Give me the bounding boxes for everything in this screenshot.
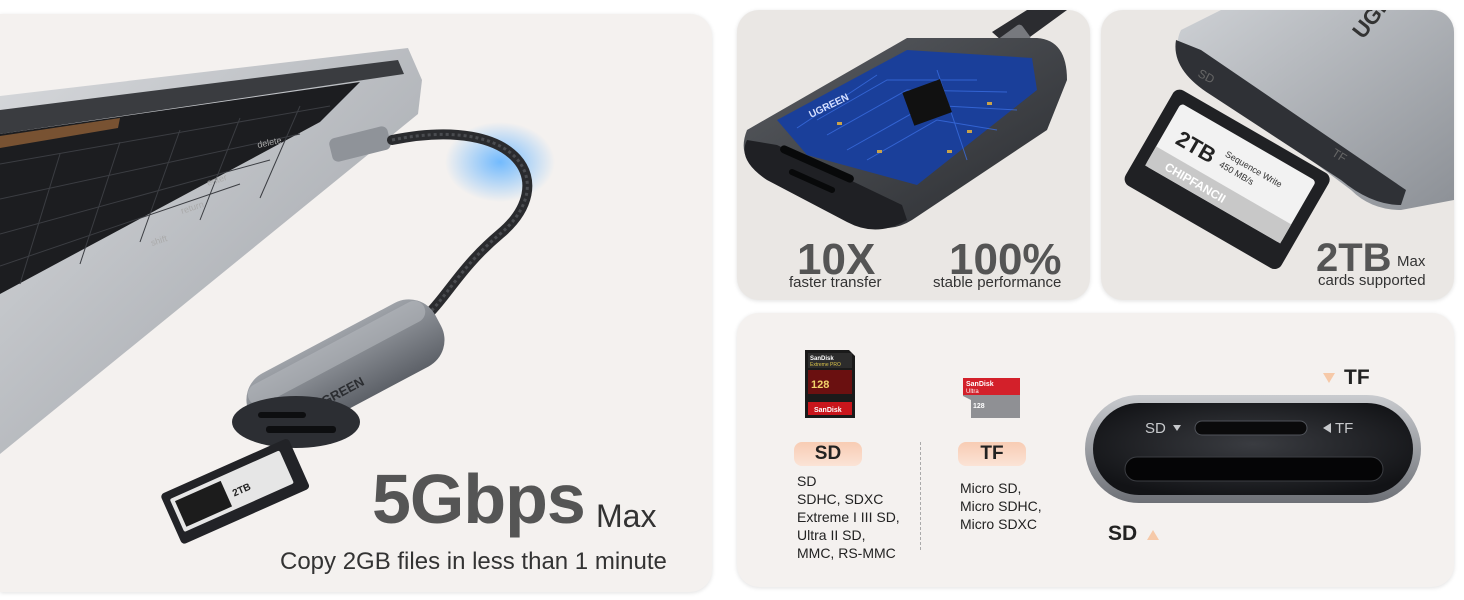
speed-stats-panel: UGREEN 10X faster transfer 100% stable p… bbox=[737, 10, 1090, 300]
microsd-card-image: SanDisk Ultra 128 bbox=[963, 378, 1020, 418]
formats-divider bbox=[920, 442, 921, 550]
reader-sd-mark: SD bbox=[1145, 420, 1166, 437]
sd-format-item: Ultra II SD, bbox=[797, 527, 866, 543]
sd-badge: SD bbox=[794, 442, 862, 466]
sd-format-item: Extreme I III SD, bbox=[797, 509, 900, 525]
sd-format-item: SDHC, SDXC bbox=[797, 491, 884, 507]
speed-caption: Copy 2GB files in less than 1 minute bbox=[280, 548, 667, 575]
capacity-label: cards supported bbox=[1318, 272, 1426, 289]
capacity-panel: UGREEN SD TF 2TB Sequence Write 450 MB/s… bbox=[1101, 10, 1454, 300]
speed-value: 5Gbps bbox=[372, 460, 586, 538]
microsd-card-capacity: 128 bbox=[973, 403, 985, 410]
tf-callout: TF bbox=[1344, 366, 1370, 389]
microsd-card-brand: SanDisk bbox=[966, 381, 994, 388]
tf-format-item: Micro SD, bbox=[960, 480, 1022, 496]
tf-format-item: Micro SDHC, bbox=[960, 498, 1042, 514]
stat-stability-label: stable performance bbox=[933, 274, 1062, 291]
stat-speed-label: faster transfer bbox=[789, 274, 882, 291]
tf-format-item: Micro SDXC bbox=[960, 516, 1038, 532]
sd-arrow-icon bbox=[1147, 530, 1159, 540]
reader-front-illustration: SD TF bbox=[1085, 395, 1421, 503]
sd-card-capacity: 128 bbox=[811, 379, 829, 391]
tf-badge: TF bbox=[958, 442, 1026, 466]
sd-card-brand-bottom: SanDisk bbox=[814, 407, 842, 414]
microsd-card-line: Ultra bbox=[966, 389, 979, 395]
sd-card-image: SanDisk Extreme PRO 128 SanDisk bbox=[805, 350, 855, 418]
sd-format-item: SD bbox=[797, 473, 817, 489]
sd-format-item: MMC, RS-MMC bbox=[797, 545, 896, 561]
main-product-panel: delete enter return shift UGREEN 2TB 5Gb… bbox=[0, 14, 712, 592]
sd-format-list: SD SDHC, SDXC Extreme I III SD, Ultra II… bbox=[797, 472, 900, 562]
speed-suffix: Max bbox=[596, 498, 657, 534]
sd-callout: SD bbox=[1108, 522, 1138, 545]
tf-arrow-icon bbox=[1323, 373, 1335, 383]
sd-card-line: Extreme PRO bbox=[810, 362, 841, 368]
tf-format-list: Micro SD, Micro SDHC, Micro SDXC bbox=[960, 479, 1042, 533]
capacity-suffix: Max bbox=[1397, 253, 1426, 270]
reader-tf-mark: TF bbox=[1335, 420, 1353, 437]
